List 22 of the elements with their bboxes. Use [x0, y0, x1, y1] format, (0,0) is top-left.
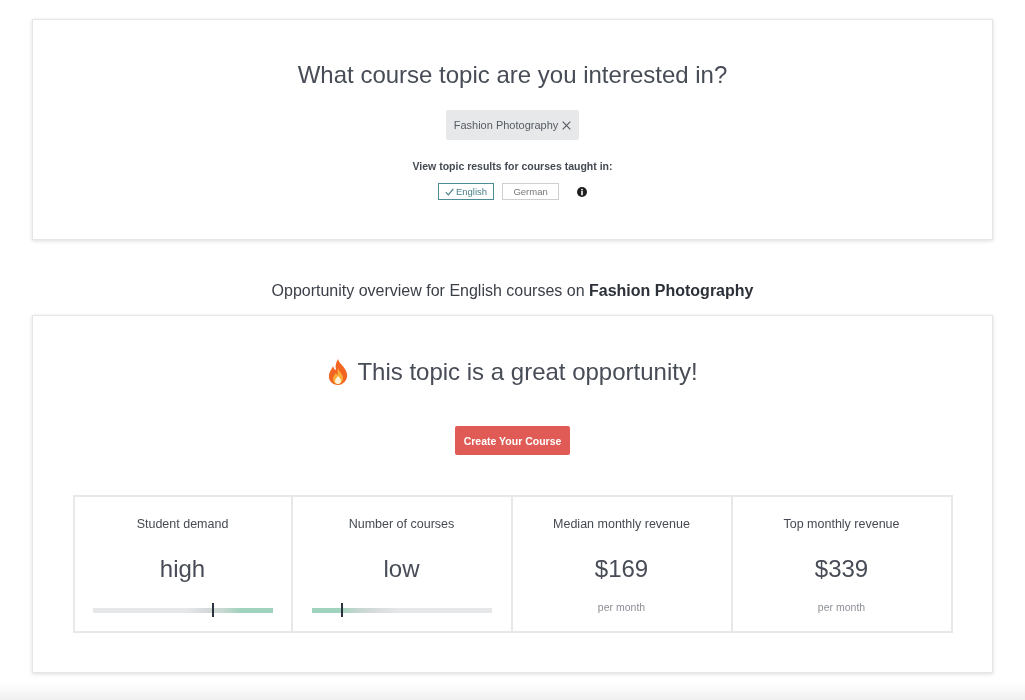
topic-chip[interactable]: Fashion Photography	[445, 110, 580, 140]
metric-value: high	[159, 554, 206, 584]
close-icon[interactable]	[562, 120, 572, 130]
metric-label: Student demand	[136, 516, 229, 532]
language-toggle[interactable]: German	[502, 183, 560, 200]
topic-question: What course topic are you interested in?	[297, 60, 728, 90]
check-icon	[444, 187, 454, 196]
fire-icon	[327, 359, 350, 385]
metric-value: $339	[814, 554, 869, 584]
overview-heading: Opportunity overview for English courses on Fashion Photography	[271, 281, 754, 301]
metric-value: $169	[594, 554, 649, 584]
metric-unit: per month	[597, 600, 646, 614]
metric-label: Number of courses	[348, 516, 455, 532]
opportunity-title: This topic is a great opportunity!	[357, 357, 698, 387]
metric-value: low	[383, 554, 420, 584]
create-course-button[interactable]: Create Your Course	[454, 426, 571, 455]
metric-unit: per month	[817, 600, 866, 614]
language-prompt: View topic results for courses taught in:	[412, 159, 613, 173]
info-icon[interactable]	[577, 186, 588, 197]
language-toggle[interactable]: English	[437, 183, 495, 200]
metric-label: Top monthly revenue	[783, 516, 900, 532]
metric-label: Median monthly revenue	[553, 516, 690, 532]
